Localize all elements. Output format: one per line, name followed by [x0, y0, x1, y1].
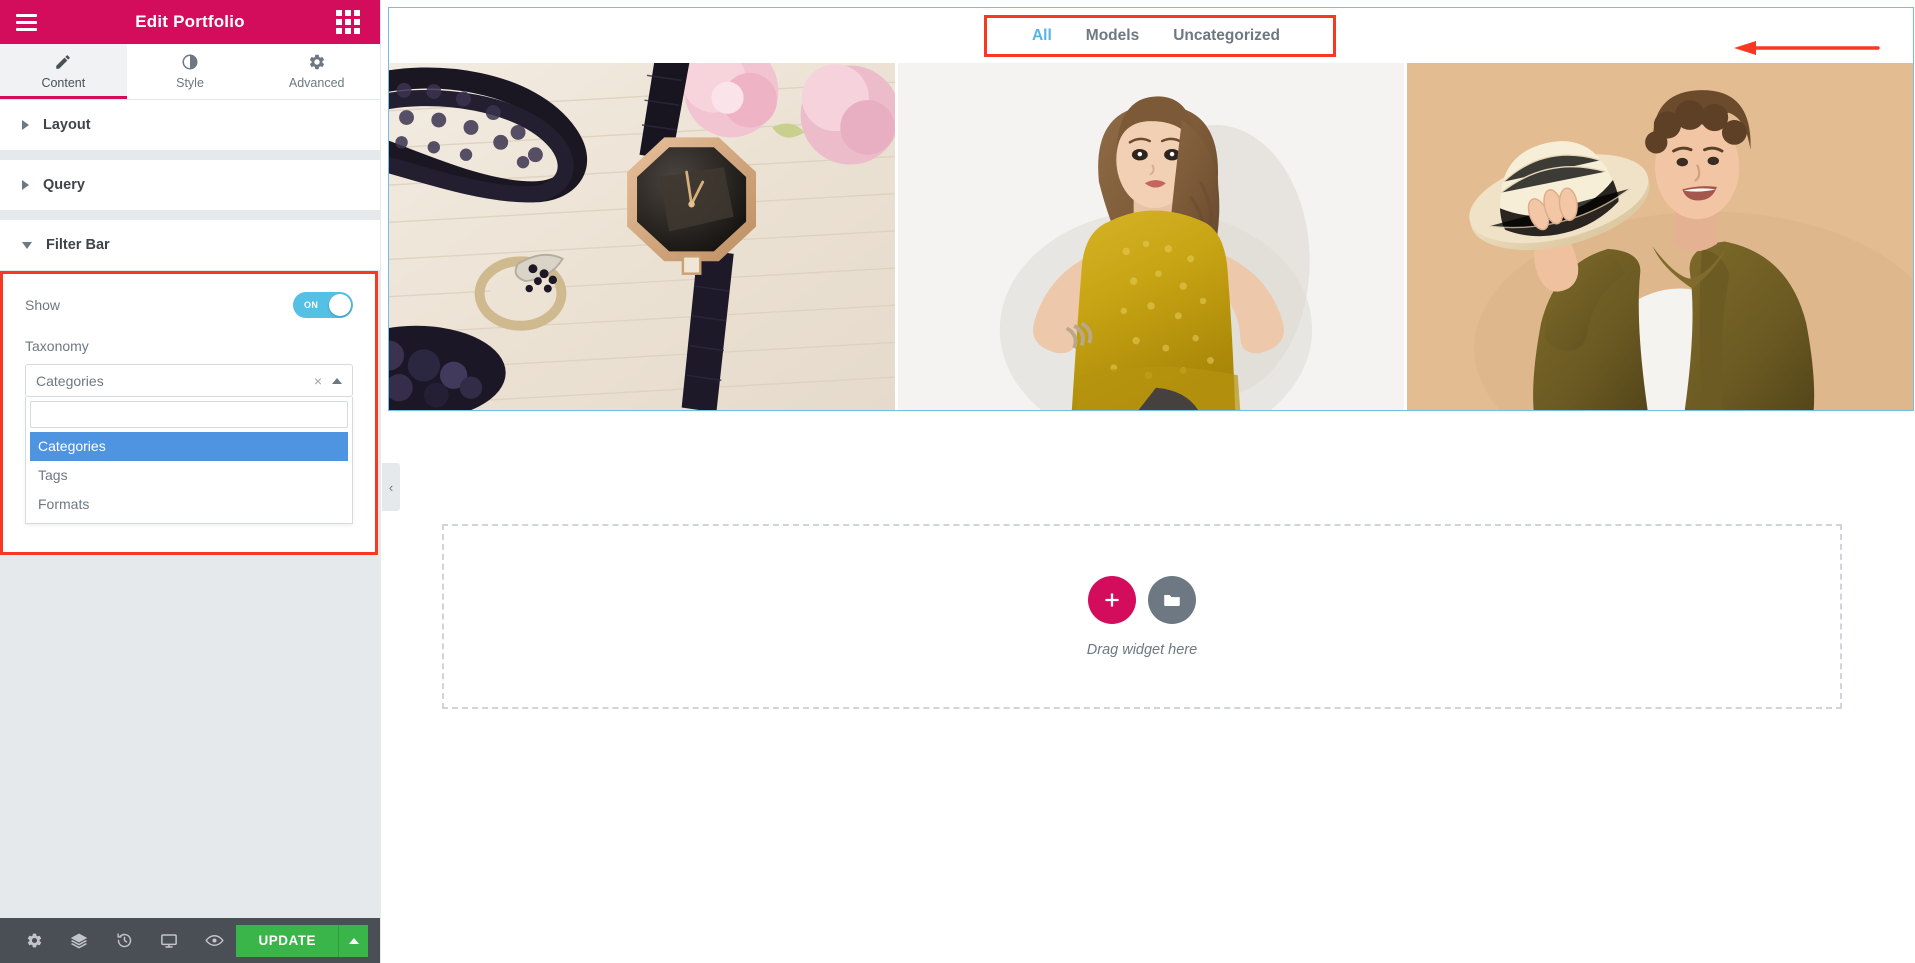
- section-divider: [0, 151, 380, 160]
- portfolio-filter-bar: All Models Uncategorized: [389, 8, 1913, 63]
- tab-style[interactable]: Style: [126, 44, 254, 99]
- show-label: Show: [25, 297, 61, 313]
- add-widget-button[interactable]: [1088, 575, 1136, 624]
- section-filter-bar-label: Filter Bar: [46, 237, 110, 253]
- update-button[interactable]: UPDATE: [236, 924, 338, 957]
- editor-panel: Edit Portfolio Content Style Advanced La…: [0, 0, 381, 963]
- section-divider: [0, 211, 380, 220]
- panel-footer-toolbar: UPDATE: [0, 918, 380, 963]
- chevron-right-icon: [22, 180, 29, 190]
- man-with-hat-image: [1407, 63, 1913, 410]
- panel-tabs: Content Style Advanced: [0, 44, 381, 100]
- folder-icon: [1164, 594, 1180, 606]
- section-query-label: Query: [43, 177, 85, 193]
- panel-header: Edit Portfolio: [0, 0, 380, 44]
- section-query[interactable]: Query: [0, 160, 380, 211]
- taxonomy-selected-value: Categories: [36, 372, 104, 389]
- tab-advanced[interactable]: Advanced: [253, 44, 381, 99]
- chevron-right-icon: [22, 120, 29, 130]
- filter-tab-models[interactable]: Models: [1069, 27, 1156, 45]
- jewelry-flatlay-image: [389, 63, 895, 410]
- contrast-icon: [181, 53, 199, 71]
- history-clock-icon[interactable]: [102, 918, 147, 963]
- page-title: Edit Portfolio: [135, 12, 245, 31]
- section-layout-label: Layout: [43, 117, 91, 133]
- chevron-up-icon[interactable]: [332, 377, 342, 384]
- taxonomy-dropdown: Categories Tags Formats: [25, 397, 353, 524]
- dropzone-buttons: [1088, 575, 1196, 624]
- chevron-down-icon: [22, 241, 32, 249]
- filter-tab-uncategorized[interactable]: Uncategorized: [1156, 27, 1297, 45]
- navigator-layers-icon[interactable]: [57, 918, 102, 963]
- tab-advanced-label: Advanced: [288, 76, 345, 90]
- taxonomy-select[interactable]: Categories ×: [25, 364, 353, 397]
- plus-icon: [1105, 592, 1119, 607]
- tab-content[interactable]: Content: [0, 44, 127, 99]
- hamburger-menu-icon[interactable]: [0, 0, 52, 44]
- portfolio-item[interactable]: [1407, 63, 1913, 410]
- taxonomy-option-formats[interactable]: Formats: [30, 490, 348, 519]
- taxonomy-label: Taxonomy: [25, 338, 89, 354]
- section-layout[interactable]: Layout: [0, 100, 380, 151]
- taxonomy-option-tags[interactable]: Tags: [30, 461, 348, 490]
- tab-style-label: Style: [176, 76, 204, 90]
- portfolio-item[interactable]: [898, 63, 1404, 410]
- filter-tabs-highlight-box: All Models Uncategorized: [983, 14, 1337, 57]
- show-control-row: Show ON: [25, 292, 353, 318]
- filter-tab-all[interactable]: All: [1015, 27, 1069, 45]
- preview-canvas: ‹ All Models Uncategorized Drag widget h…: [382, 0, 1915, 963]
- taxonomy-option-categories[interactable]: Categories: [30, 432, 348, 461]
- tab-content-label: Content: [41, 76, 86, 90]
- widget-dropzone[interactable]: Drag widget here: [442, 524, 1842, 709]
- portfolio-grid: [389, 63, 1913, 410]
- settings-gear-icon[interactable]: [12, 918, 57, 963]
- add-template-button[interactable]: [1148, 575, 1196, 624]
- panel-collapse-handle[interactable]: ‹: [382, 463, 400, 511]
- preview-eye-icon[interactable]: [192, 918, 237, 963]
- show-toggle[interactable]: ON: [293, 292, 353, 318]
- pencil-icon: [54, 53, 72, 71]
- apps-grid-icon[interactable]: [326, 0, 370, 44]
- section-filter-bar[interactable]: Filter Bar: [0, 220, 380, 271]
- panel-controls: Layout Query Filter Bar Show ON Taxonomy…: [0, 100, 380, 918]
- update-options-caret-icon[interactable]: [338, 924, 368, 957]
- taxonomy-search-input[interactable]: [30, 401, 348, 428]
- clear-selection-icon[interactable]: ×: [314, 374, 322, 388]
- portfolio-item[interactable]: [389, 63, 895, 410]
- portfolio-widget[interactable]: All Models Uncategorized: [388, 7, 1914, 411]
- filter-bar-settings-group: Show ON Taxonomy Categories × Categories…: [0, 271, 378, 555]
- elementor-editor-root: Edit Portfolio Content Style Advanced La…: [0, 0, 1915, 963]
- responsive-monitor-icon[interactable]: [147, 918, 192, 963]
- update-button-group: UPDATE: [236, 924, 368, 957]
- gear-icon: [308, 53, 326, 71]
- dropzone-label: Drag widget here: [1086, 641, 1198, 658]
- toggle-knob: [329, 294, 351, 316]
- female-model-image: [898, 63, 1404, 410]
- show-toggle-state: ON: [304, 300, 319, 310]
